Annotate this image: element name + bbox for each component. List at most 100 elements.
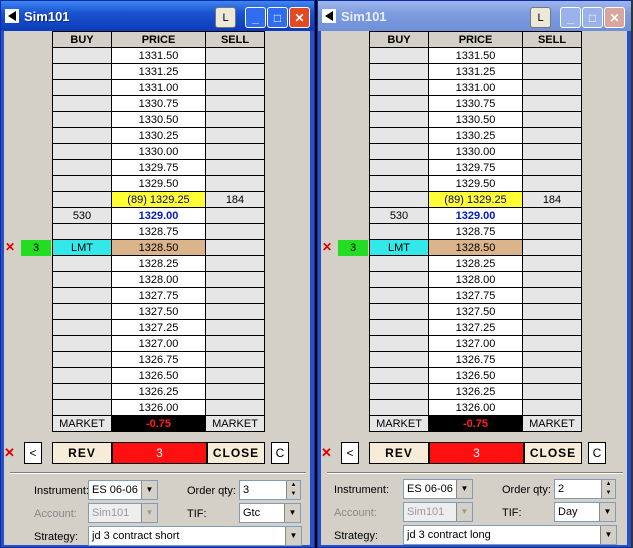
price-cell[interactable]: 1327.75 bbox=[111, 287, 206, 304]
chevron-down-icon[interactable]: ▼ bbox=[141, 481, 157, 499]
price-cell[interactable]: 1327.50 bbox=[428, 303, 523, 320]
sell-cell[interactable] bbox=[522, 319, 582, 336]
buy-cell[interactable] bbox=[369, 79, 429, 96]
minimize-button[interactable]: _ bbox=[245, 7, 266, 28]
buy-cell[interactable] bbox=[369, 95, 429, 112]
chevron-down-icon[interactable]: ▼ bbox=[456, 480, 472, 498]
price-cell[interactable]: 1326.00 bbox=[111, 399, 206, 416]
close-window-button[interactable]: ✕ bbox=[289, 7, 310, 28]
price-cell[interactable]: 1327.75 bbox=[428, 287, 523, 304]
cancel-all-icon[interactable]: ✕ bbox=[321, 445, 332, 461]
sell-cell[interactable] bbox=[205, 223, 265, 240]
instrument-select[interactable]: ES 06-06 ▼ bbox=[88, 480, 158, 500]
tif-select[interactable]: Day ▼ bbox=[554, 502, 616, 522]
sell-cell[interactable] bbox=[522, 271, 582, 288]
buy-cell[interactable] bbox=[52, 319, 112, 336]
sell-cell[interactable] bbox=[522, 111, 582, 128]
sell-cell[interactable] bbox=[522, 399, 582, 416]
link-button[interactable]: L bbox=[530, 7, 551, 28]
sell-cell[interactable] bbox=[205, 47, 265, 64]
maximize-button[interactable]: □ bbox=[582, 7, 603, 28]
price-cell[interactable]: 1329.50 bbox=[428, 175, 523, 192]
cancel-order-icon[interactable]: ✕ bbox=[5, 240, 15, 254]
sell-cell[interactable] bbox=[205, 63, 265, 80]
price-cell[interactable]: 1328.75 bbox=[428, 223, 523, 240]
sell-cell[interactable] bbox=[522, 383, 582, 400]
price-cell[interactable]: 1329.50 bbox=[111, 175, 206, 192]
price-cell[interactable]: 1330.50 bbox=[428, 111, 523, 128]
sell-cell[interactable] bbox=[522, 303, 582, 320]
sell-cell[interactable] bbox=[522, 367, 582, 384]
price-cell[interactable]: 1327.25 bbox=[111, 319, 206, 336]
price-cell[interactable]: 1330.50 bbox=[111, 111, 206, 128]
price-cell[interactable]: 1329.00 bbox=[111, 207, 206, 224]
buy-cell[interactable]: 530 bbox=[369, 207, 429, 224]
sell-cell[interactable] bbox=[522, 79, 582, 96]
price-cell[interactable]: 1331.25 bbox=[111, 63, 206, 80]
chevron-down-icon[interactable]: ▼ bbox=[599, 503, 615, 521]
buy-cell[interactable] bbox=[52, 255, 112, 272]
strategy-select[interactable]: jd 3 contract short ▼ bbox=[88, 526, 302, 546]
buy-cell[interactable] bbox=[52, 127, 112, 144]
market-sell-button[interactable]: MARKET bbox=[522, 415, 582, 432]
buy-cell[interactable] bbox=[52, 287, 112, 304]
sell-cell[interactable] bbox=[205, 95, 265, 112]
price-cell[interactable]: 1330.75 bbox=[111, 95, 206, 112]
buy-cell[interactable] bbox=[369, 47, 429, 64]
left-arrow-button[interactable]: < bbox=[341, 442, 359, 464]
center-button[interactable]: C bbox=[588, 442, 606, 464]
buy-cell[interactable] bbox=[369, 271, 429, 288]
price-cell[interactable]: 1330.25 bbox=[111, 127, 206, 144]
price-cell[interactable]: 1328.75 bbox=[111, 223, 206, 240]
buy-cell[interactable] bbox=[52, 143, 112, 160]
sell-cell[interactable] bbox=[205, 143, 265, 160]
buy-cell[interactable] bbox=[52, 383, 112, 400]
price-cell[interactable]: 1328.25 bbox=[111, 255, 206, 272]
price-cell[interactable]: 1330.25 bbox=[428, 127, 523, 144]
price-cell[interactable]: 1327.50 bbox=[111, 303, 206, 320]
price-cell[interactable]: (89) 1329.25 bbox=[428, 191, 523, 208]
sell-cell[interactable] bbox=[522, 175, 582, 192]
buy-cell[interactable] bbox=[52, 159, 112, 176]
sell-cell[interactable] bbox=[205, 207, 265, 224]
tif-select[interactable]: Gtc ▼ bbox=[239, 503, 301, 523]
price-cell[interactable]: 1330.75 bbox=[428, 95, 523, 112]
buy-cell[interactable] bbox=[52, 367, 112, 384]
sell-cell[interactable] bbox=[205, 351, 265, 368]
sell-cell[interactable] bbox=[205, 159, 265, 176]
sell-cell[interactable] bbox=[205, 335, 265, 352]
sell-cell[interactable] bbox=[522, 143, 582, 160]
sell-cell[interactable] bbox=[205, 239, 265, 256]
title-bar[interactable]: Sim101 L _ □ ✕ bbox=[318, 1, 631, 31]
buy-cell[interactable] bbox=[52, 95, 112, 112]
price-cell[interactable]: 1330.00 bbox=[111, 143, 206, 160]
buy-cell[interactable] bbox=[52, 271, 112, 288]
sell-cell[interactable] bbox=[522, 159, 582, 176]
sell-cell[interactable] bbox=[205, 111, 265, 128]
price-cell[interactable]: 1329.75 bbox=[428, 159, 523, 176]
buy-cell[interactable] bbox=[52, 351, 112, 368]
chevron-down-icon[interactable]: ▼ bbox=[600, 526, 616, 544]
buy-cell[interactable] bbox=[52, 63, 112, 80]
price-cell[interactable]: 1326.50 bbox=[111, 367, 206, 384]
buy-cell[interactable] bbox=[369, 383, 429, 400]
buy-cell[interactable]: LMT bbox=[369, 239, 429, 256]
buy-cell[interactable] bbox=[369, 143, 429, 160]
sell-cell[interactable] bbox=[205, 127, 265, 144]
order-qty-input[interactable]: 3 ▲ ▼ bbox=[239, 480, 301, 500]
price-cell[interactable]: 1331.25 bbox=[428, 63, 523, 80]
price-cell[interactable]: 1328.00 bbox=[428, 271, 523, 288]
buy-cell[interactable] bbox=[369, 159, 429, 176]
buy-cell[interactable] bbox=[52, 335, 112, 352]
sell-cell[interactable] bbox=[205, 399, 265, 416]
sell-cell[interactable] bbox=[522, 47, 582, 64]
price-cell[interactable]: 1328.00 bbox=[111, 271, 206, 288]
buy-cell[interactable] bbox=[369, 223, 429, 240]
buy-cell[interactable] bbox=[369, 191, 429, 208]
buy-cell[interactable] bbox=[369, 127, 429, 144]
buy-cell[interactable] bbox=[369, 255, 429, 272]
order-qty-marker[interactable]: 3 bbox=[21, 240, 51, 256]
cancel-order-icon[interactable]: ✕ bbox=[322, 240, 332, 254]
reverse-button[interactable]: REV bbox=[369, 442, 429, 464]
price-cell[interactable]: 1328.50 bbox=[111, 239, 206, 256]
